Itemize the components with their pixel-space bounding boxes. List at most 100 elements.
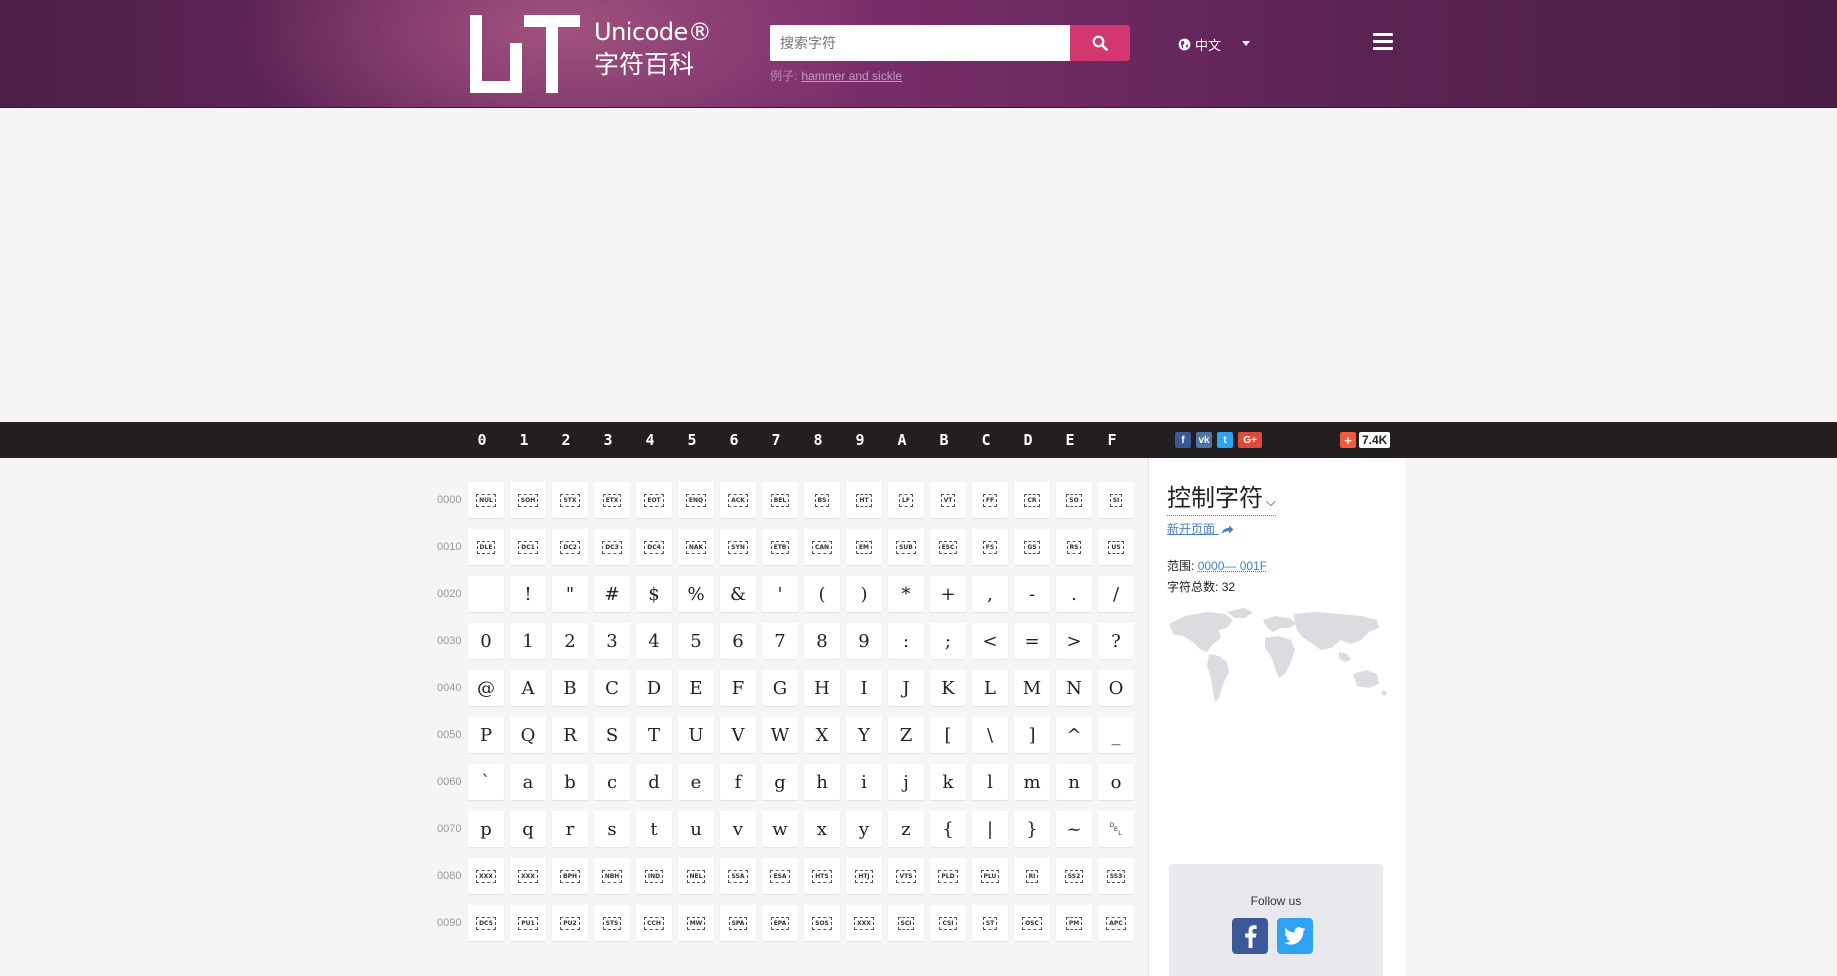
char-cell[interactable]: J [888, 670, 924, 706]
char-cell[interactable]: $ [636, 576, 672, 612]
char-cell[interactable]: Z [888, 717, 924, 753]
char-cell[interactable]: HTS [804, 858, 840, 894]
column-header-5[interactable]: 5 [682, 422, 702, 458]
char-cell[interactable]: t [636, 811, 672, 847]
range-value-link[interactable]: 0000— 001F [1198, 559, 1267, 573]
char-cell[interactable]: ~ [1056, 811, 1092, 847]
char-cell[interactable]: EM [846, 529, 882, 565]
char-cell[interactable]: APC [1098, 905, 1134, 941]
char-cell[interactable]: NBH [594, 858, 630, 894]
char-cell[interactable]: P [468, 717, 504, 753]
char-cell[interactable]: E [678, 670, 714, 706]
char-cell[interactable]: XXX [846, 905, 882, 941]
char-cell[interactable]: M [1014, 670, 1050, 706]
char-cell[interactable]: NUL [468, 482, 504, 518]
char-cell[interactable]: CR [1014, 482, 1050, 518]
char-cell[interactable]: 3 [594, 623, 630, 659]
char-cell[interactable]: \ [972, 717, 1008, 753]
char-cell[interactable]: N [1056, 670, 1092, 706]
char-cell[interactable]: Q [510, 717, 546, 753]
column-header-2[interactable]: 2 [556, 422, 576, 458]
char-cell[interactable]: XXX [468, 858, 504, 894]
char-cell[interactable]: BS [804, 482, 840, 518]
char-cell[interactable]: VT [930, 482, 966, 518]
char-cell[interactable]: NEL [678, 858, 714, 894]
char-cell[interactable]: % [678, 576, 714, 612]
column-header-9[interactable]: 9 [850, 422, 870, 458]
char-cell[interactable]: z [888, 811, 924, 847]
char-cell[interactable]: STX [552, 482, 588, 518]
language-selector[interactable]: 中文 [1178, 35, 1221, 54]
char-cell[interactable]: ( [804, 576, 840, 612]
char-cell[interactable]: L [972, 670, 1008, 706]
char-cell[interactable]: HT [846, 482, 882, 518]
char-cell[interactable]: " [552, 576, 588, 612]
char-cell[interactable]: q [510, 811, 546, 847]
char-cell[interactable]: ETB [762, 529, 798, 565]
char-cell[interactable]: . [1056, 576, 1092, 612]
char-cell[interactable]: : [888, 623, 924, 659]
char-cell[interactable]: GS [1014, 529, 1050, 565]
char-cell[interactable]: US [1098, 529, 1134, 565]
char-cell[interactable]: } [1014, 811, 1050, 847]
char-cell[interactable]: 9 [846, 623, 882, 659]
char-cell[interactable]: XXX [510, 858, 546, 894]
twitter-follow-button[interactable] [1277, 918, 1313, 954]
char-cell[interactable]: R [552, 717, 588, 753]
char-cell[interactable]: Y [846, 717, 882, 753]
char-cell[interactable]: ; [930, 623, 966, 659]
char-cell[interactable]: B [552, 670, 588, 706]
char-cell[interactable]: , [972, 576, 1008, 612]
char-cell[interactable]: r [552, 811, 588, 847]
char-cell[interactable]: c [594, 764, 630, 800]
char-cell[interactable]: CSI [930, 905, 966, 941]
char-cell[interactable]: F [720, 670, 756, 706]
char-cell[interactable]: SSA [720, 858, 756, 894]
char-cell[interactable]: SUB [888, 529, 924, 565]
char-cell[interactable]: @ [468, 670, 504, 706]
char-cell[interactable]: DC3 [594, 529, 630, 565]
char-cell[interactable]: SOH [510, 482, 546, 518]
char-cell[interactable]: & [720, 576, 756, 612]
char-cell[interactable]: b [552, 764, 588, 800]
char-cell[interactable]: ' [762, 576, 798, 612]
char-cell[interactable]: a [510, 764, 546, 800]
char-cell[interactable]: < [972, 623, 1008, 659]
column-header-7[interactable]: 7 [766, 422, 786, 458]
char-cell[interactable]: ] [1014, 717, 1050, 753]
share-counter[interactable]: + 7.4K [1340, 432, 1391, 448]
column-header-b[interactable]: B [934, 422, 954, 458]
column-header-6[interactable]: 6 [724, 422, 744, 458]
char-cell[interactable]: SPA [720, 905, 756, 941]
column-header-4[interactable]: 4 [640, 422, 660, 458]
char-cell[interactable]: DC4 [636, 529, 672, 565]
char-cell[interactable]: ? [1098, 623, 1134, 659]
char-cell[interactable]: k [930, 764, 966, 800]
char-cell[interactable]: ^ [1056, 717, 1092, 753]
char-cell[interactable]: BEL [762, 482, 798, 518]
char-cell[interactable]: SI [1098, 482, 1134, 518]
char-cell[interactable]: SS2 [1056, 858, 1092, 894]
char-cell[interactable]: DC1 [510, 529, 546, 565]
char-cell[interactable]: - [1014, 576, 1050, 612]
char-cell[interactable]: i [846, 764, 882, 800]
char-cell[interactable]: DLE [468, 529, 504, 565]
char-cell[interactable]: LF [888, 482, 924, 518]
char-cell[interactable]: PLU [972, 858, 1008, 894]
char-cell[interactable]: v [720, 811, 756, 847]
char-cell[interactable]: n [1056, 764, 1092, 800]
char-cell[interactable]: D [636, 670, 672, 706]
char-cell[interactable]: ENQ [678, 482, 714, 518]
char-cell[interactable]: f [720, 764, 756, 800]
char-cell[interactable]: BPH [552, 858, 588, 894]
char-cell[interactable]: | [972, 811, 1008, 847]
char-cell[interactable]: SCI [888, 905, 924, 941]
char-cell[interactable]: { [930, 811, 966, 847]
char-cell[interactable]: + [930, 576, 966, 612]
column-header-e[interactable]: E [1060, 422, 1080, 458]
char-cell[interactable]: h [804, 764, 840, 800]
char-cell[interactable]: d [636, 764, 672, 800]
char-cell[interactable]: e [678, 764, 714, 800]
char-cell[interactable]: _ [1098, 717, 1134, 753]
char-cell[interactable]: ACK [720, 482, 756, 518]
